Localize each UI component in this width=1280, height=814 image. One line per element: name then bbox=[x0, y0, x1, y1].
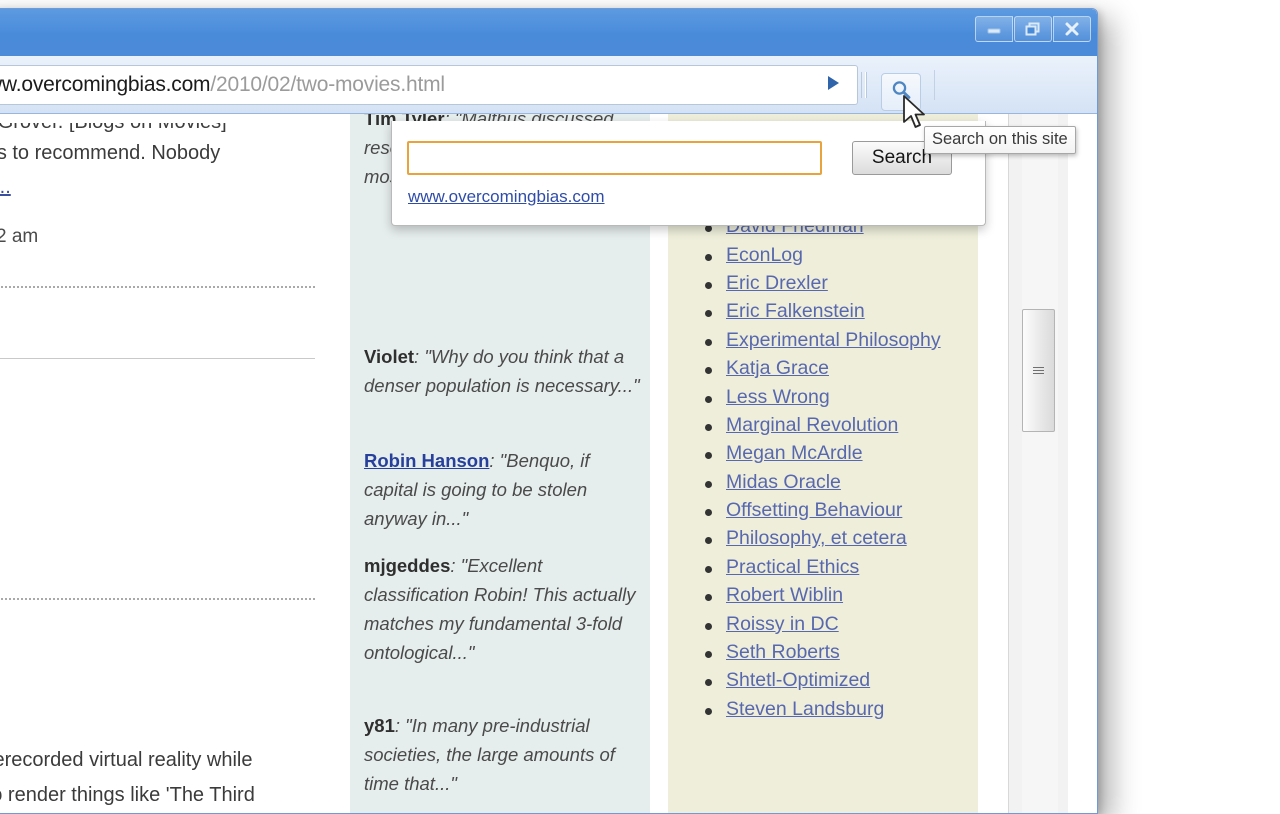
divider-solid bbox=[0, 358, 315, 359]
window-controls bbox=[975, 16, 1091, 42]
blogroll-link[interactable]: Steven Landsburg bbox=[726, 698, 884, 720]
blogroll-link[interactable]: Offsetting Behaviour bbox=[726, 499, 902, 521]
blogroll-item: Offsetting Behaviour bbox=[690, 499, 941, 527]
divider-dotted-2 bbox=[0, 598, 315, 600]
divider-dotted-1 bbox=[0, 286, 315, 288]
tooltip: Search on this site bbox=[924, 126, 1076, 154]
blogroll-item: Megan McArdle bbox=[690, 442, 941, 470]
blogroll-item: EconLog bbox=[690, 244, 941, 272]
main-more-link[interactable]: TWJ... bbox=[0, 176, 11, 199]
main-clipped-text: b-ann Grover. [Blogs on Movies] bbox=[0, 114, 227, 133]
toolbar-separator-2 bbox=[934, 70, 935, 100]
blogroll-link[interactable]: Megan McArdle bbox=[726, 442, 863, 464]
blogroll-link[interactable]: Katja Grace bbox=[726, 357, 829, 379]
comment-author-link[interactable]: Robin Hanson bbox=[364, 450, 489, 471]
blogroll-link[interactable]: Practical Ethics bbox=[726, 556, 859, 578]
address-bar-text: www.overcomingbias.com/2010/02/two-movie… bbox=[0, 73, 445, 97]
comment-item: Robin Hanson: "Benquo, if capital is goi… bbox=[364, 450, 590, 529]
blogroll-item: Philosophy, et cetera bbox=[690, 527, 941, 555]
blogroll-link[interactable]: Eric Drexler bbox=[726, 272, 828, 294]
search-input[interactable] bbox=[407, 141, 822, 175]
main-tail-text-1: h prerecorded virtual reality while bbox=[0, 749, 253, 771]
blogroll-item: Experimental Philosophy bbox=[690, 329, 941, 357]
scrollbar-track[interactable] bbox=[1022, 114, 1058, 813]
browser-toolbar: www.overcomingbias.com/2010/02/two-movie… bbox=[0, 56, 1097, 149]
main-content-column: b-ann Grover. [Blogs on Movies] novies t… bbox=[0, 114, 350, 813]
blogroll-item: Marginal Revolution bbox=[690, 414, 941, 442]
comment-item: mjgeddes: "Excellent classification Robi… bbox=[364, 555, 636, 663]
browser-window: www.overcomingbias.com/2010/02/two-movie… bbox=[0, 8, 1098, 814]
close-button[interactable] bbox=[1053, 16, 1091, 42]
magnifier-icon bbox=[890, 79, 912, 106]
blogroll-link[interactable]: Robert Wiblin bbox=[726, 584, 843, 606]
play-go-icon bbox=[823, 73, 843, 98]
post-timestamp: t 5:12 am bbox=[0, 226, 39, 247]
restore-icon bbox=[1024, 21, 1042, 37]
blogroll-link[interactable]: Marginal Revolution bbox=[726, 414, 898, 436]
blogroll-item: Roissy in DC bbox=[690, 613, 941, 641]
blogroll-link[interactable]: Seth Roberts bbox=[726, 641, 840, 663]
search-site-url-link[interactable]: www.overcomingbias.com bbox=[408, 187, 605, 207]
main-tail-text-2: ve to render things like 'The Third bbox=[0, 784, 255, 806]
restore-button[interactable] bbox=[1014, 16, 1052, 42]
search-on-this-site-button[interactable] bbox=[881, 73, 921, 111]
main-paragraph-text: novies to recommend. Nobody bbox=[0, 142, 221, 164]
address-bar[interactable]: www.overcomingbias.com/2010/02/two-movie… bbox=[0, 65, 858, 105]
blogroll-item: Eric Drexler bbox=[690, 272, 941, 300]
blogroll-item: Katja Grace bbox=[690, 357, 941, 385]
site-search-popup: Search www.overcomingbias.com bbox=[391, 121, 986, 226]
go-button[interactable] bbox=[814, 67, 852, 103]
blogroll-link[interactable]: Experimental Philosophy bbox=[726, 329, 941, 351]
scrollbar-thumb[interactable] bbox=[1022, 309, 1055, 432]
close-icon bbox=[1063, 21, 1081, 37]
blogroll-item: Steven Landsburg bbox=[690, 698, 941, 726]
vertical-scrollbar[interactable] bbox=[1008, 114, 1068, 813]
comment-author: y81 bbox=[364, 715, 395, 736]
minimize-button[interactable] bbox=[975, 16, 1013, 42]
blogroll-item: Seth Roberts bbox=[690, 641, 941, 669]
title-bar bbox=[0, 9, 1097, 56]
comment-item: y81: "In many pre-industrial societies, … bbox=[364, 715, 615, 794]
comment-text: "In many pre-industrial societies, the l… bbox=[364, 715, 615, 794]
blogroll-link[interactable]: Less Wrong bbox=[726, 386, 830, 408]
blogroll-item: Eric Falkenstein bbox=[690, 300, 941, 328]
blogroll-item: Practical Ethics bbox=[690, 556, 941, 584]
blogroll-link[interactable]: Philosophy, et cetera bbox=[726, 527, 907, 549]
url-path: /2010/02/two-movies.html bbox=[210, 73, 445, 96]
comment-item: Violet: "Why do you think that a denser … bbox=[364, 346, 640, 396]
blogroll-link[interactable]: Midas Oracle bbox=[726, 471, 841, 493]
comment-author: Violet bbox=[364, 346, 415, 367]
blogroll-link[interactable]: Shtetl-Optimized bbox=[726, 669, 870, 691]
minimize-icon bbox=[986, 23, 1002, 35]
blogroll-item: Robert Wiblin bbox=[690, 584, 941, 612]
comment-author: mjgeddes bbox=[364, 555, 451, 576]
toolbar-separator bbox=[861, 72, 862, 98]
blogroll-item: Shtetl-Optimized bbox=[690, 669, 941, 697]
url-host: www.overcomingbias.com bbox=[0, 73, 211, 96]
blogroll-link[interactable]: Roissy in DC bbox=[726, 613, 839, 635]
grip-lines-icon bbox=[1033, 365, 1044, 376]
blogroll-item: Less Wrong bbox=[690, 386, 941, 414]
blogroll-link[interactable]: EconLog bbox=[726, 244, 803, 266]
blogroll-item: Midas Oracle bbox=[690, 471, 941, 499]
blogroll-link[interactable]: Eric Falkenstein bbox=[726, 300, 865, 322]
